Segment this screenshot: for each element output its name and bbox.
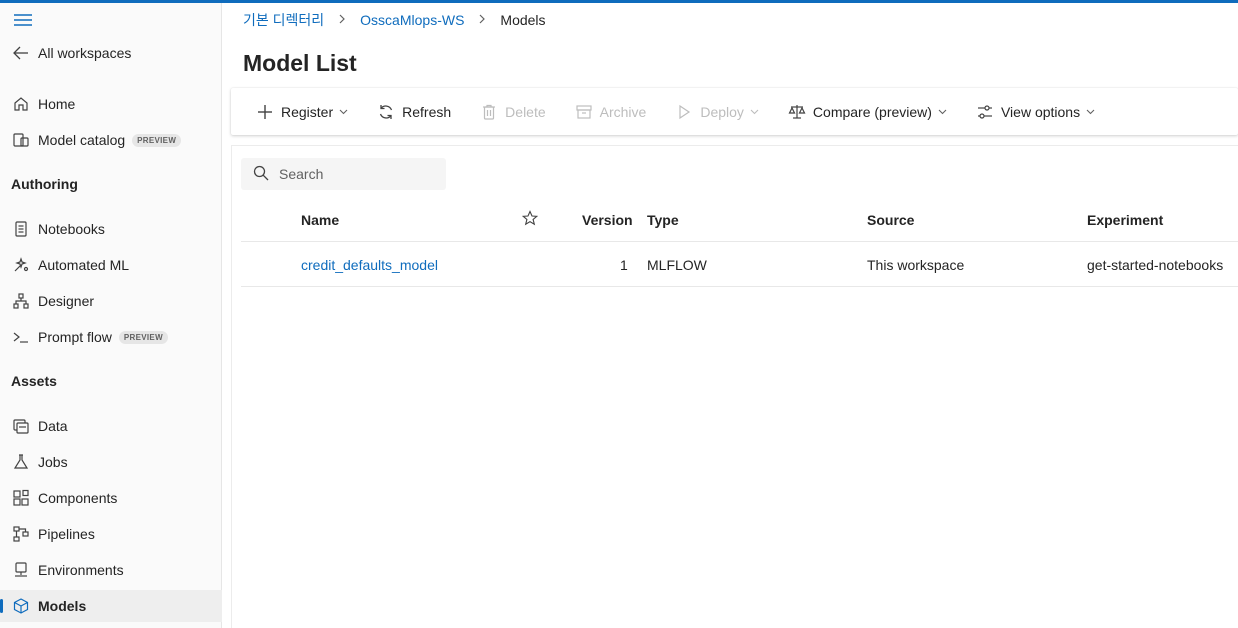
home-icon (11, 94, 31, 114)
trash-icon (479, 102, 499, 122)
pipelines-icon (11, 524, 31, 544)
sidebar-item-label: Data (38, 418, 68, 434)
deploy-button-label: Deploy (700, 103, 744, 120)
sidebar-item-label: Prompt flow (38, 329, 112, 345)
hamburger-icon[interactable] (12, 12, 34, 28)
designer-icon (11, 291, 31, 311)
refresh-button[interactable]: Refresh (376, 102, 451, 122)
sidebar-item-components[interactable]: Components (0, 482, 222, 514)
refresh-button-label: Refresh (402, 103, 452, 120)
view-options-button-label: View options (1000, 103, 1081, 120)
model-type-cell: MLFLOW (647, 257, 707, 273)
row-divider (241, 286, 1238, 287)
delete-button[interactable]: Delete (479, 102, 546, 122)
sidebar-item-model-catalog[interactable]: Model catalog PREVIEW (0, 124, 222, 156)
environment-icon (11, 560, 31, 580)
sidebar-item-label: Automated ML (38, 257, 130, 273)
sidebar-item-label: Home (38, 96, 76, 112)
flask-icon (11, 452, 31, 472)
sidebar-section-authoring: Authoring (11, 176, 78, 192)
model-source-cell: This workspace (867, 257, 965, 273)
breadcrumb-current: Models (500, 12, 546, 28)
column-header-name[interactable]: Name (301, 212, 339, 228)
column-header-type[interactable]: Type (647, 212, 679, 228)
model-version-cell: 1 (620, 257, 628, 273)
sidebar-item-label: Components (38, 490, 118, 506)
sidebar-section-assets: Assets (11, 373, 57, 389)
search-input[interactable] (279, 166, 439, 182)
sidebar-item-environments[interactable]: Environments (0, 554, 222, 586)
chevron-down-icon (750, 109, 759, 115)
compare-button[interactable]: Compare (preview) (787, 102, 947, 122)
register-button[interactable]: Register (255, 102, 348, 122)
arrow-left-icon (11, 43, 31, 63)
column-header-experiment[interactable]: Experiment (1087, 212, 1163, 228)
chevron-right-icon (338, 13, 346, 27)
header-divider (241, 241, 1238, 242)
sidebar-item-designer[interactable]: Designer (0, 285, 222, 317)
chevron-right-icon (478, 13, 486, 27)
plus-icon (255, 102, 275, 122)
sliders-icon (975, 102, 995, 122)
sidebar-item-label: Designer (38, 293, 95, 309)
notebook-icon (11, 219, 31, 239)
sidebar-item-label: Pipelines (38, 526, 95, 542)
data-icon (11, 416, 31, 436)
automated-ml-icon (11, 255, 31, 275)
sidebar-item-data[interactable]: Data (0, 410, 222, 442)
sidebar-item-jobs[interactable]: Jobs (0, 446, 222, 478)
sidebar-item-models[interactable]: Models (0, 590, 222, 622)
column-header-version[interactable]: Version (582, 212, 633, 228)
search-box[interactable] (241, 158, 446, 190)
breadcrumb-directory-link[interactable]: 기본 디렉터리 (243, 10, 324, 30)
model-catalog-icon (11, 130, 31, 150)
register-button-label: Register (281, 103, 334, 120)
archive-button-label: Archive (599, 103, 647, 120)
components-icon (11, 488, 31, 508)
sidebar-item-label: Models (38, 598, 87, 614)
prompt-flow-icon (11, 327, 31, 347)
breadcrumb: 기본 디렉터리 OsscaMlops-WS Models (243, 10, 546, 30)
preview-badge: PREVIEW (132, 133, 182, 147)
refresh-icon (376, 102, 396, 122)
left-navigation: All workspaces Home Model catalog PREVIE… (0, 3, 222, 628)
sidebar-item-label: All workspaces (38, 45, 132, 61)
favorite-column-star-icon[interactable] (521, 210, 539, 229)
view-options-button[interactable]: View options (975, 102, 1095, 122)
sidebar-item-prompt-flow[interactable]: Prompt flow PREVIEW (0, 321, 222, 353)
archive-icon (574, 102, 594, 122)
scale-icon (787, 102, 807, 122)
column-header-source[interactable]: Source (867, 212, 914, 228)
cube-icon (11, 596, 31, 616)
command-bar: Register Refresh Delete Archive Deploy C… (231, 88, 1238, 135)
breadcrumb-workspace-link[interactable]: OsscaMlops-WS (360, 12, 464, 28)
sidebar-item-all-workspaces[interactable]: All workspaces (0, 37, 222, 69)
deploy-button[interactable]: Deploy (674, 102, 759, 122)
compare-button-label: Compare (preview) (812, 103, 932, 120)
chevron-down-icon (339, 109, 348, 115)
page-title: Model List (243, 50, 357, 76)
chevron-down-icon (1086, 109, 1095, 115)
model-name-link[interactable]: credit_defaults_model (301, 257, 438, 273)
sidebar-item-label: Environments (38, 562, 124, 578)
chevron-down-icon (938, 109, 947, 115)
play-icon (674, 102, 694, 122)
preview-badge: PREVIEW (118, 330, 168, 344)
sidebar-item-home[interactable]: Home (0, 88, 222, 120)
sidebar-item-label: Notebooks (38, 221, 105, 237)
sidebar-item-automated-ml[interactable]: Automated ML (0, 249, 222, 281)
sidebar-item-label: Jobs (38, 454, 68, 470)
sidebar-item-notebooks[interactable]: Notebooks (0, 213, 222, 245)
sidebar-item-pipelines[interactable]: Pipelines (0, 518, 222, 550)
search-icon (253, 165, 269, 184)
sidebar-item-label: Model catalog (38, 132, 126, 148)
archive-button[interactable]: Archive (574, 102, 647, 122)
model-experiment-cell: get-started-notebooks (1087, 257, 1224, 273)
delete-button-label: Delete (505, 103, 546, 120)
